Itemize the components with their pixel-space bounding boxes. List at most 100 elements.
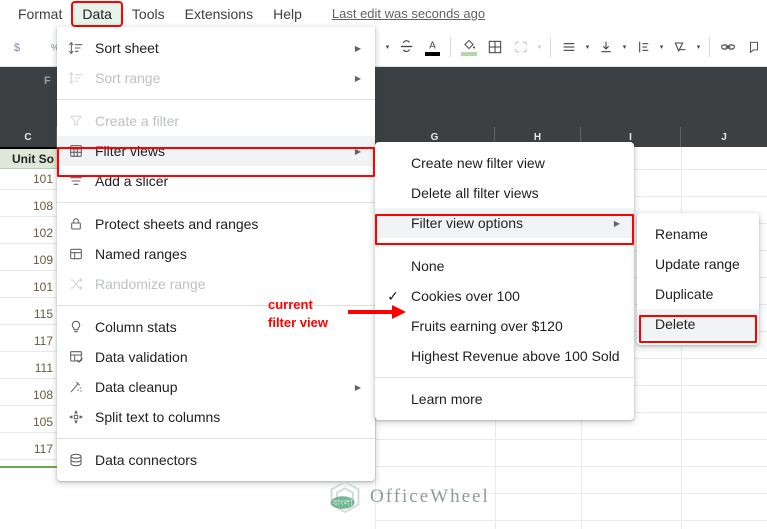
more-formats-caret-icon[interactable]: ▾ [382,43,393,51]
data-menu-item-split-text-to-columns[interactable]: Split text to columns [57,402,375,432]
cell-c6[interactable]: 101 [0,277,57,298]
menu-divider [375,244,634,245]
toolbar-divider [550,36,551,57]
cell-c3[interactable]: 108 [0,196,57,217]
filter-views-item-create-new-filter-view[interactable]: Create new filter view [375,148,634,178]
data-menu-item-sort-sheet[interactable]: Sort sheet ▶ [57,33,375,63]
cell-c5[interactable]: 109 [0,250,57,271]
grid-line-horizontal [375,439,767,440]
filter-views-item-learn-more[interactable]: Learn more [375,384,634,414]
menu-data[interactable]: Data [73,2,121,25]
data-menu-item-named-ranges[interactable]: Named ranges [57,239,375,269]
filter-views-item-fruits-earning-over-120[interactable]: Fruits earning over $120 [375,311,634,341]
last-edit-status[interactable]: Last edit was seconds ago [332,6,485,21]
menu-item-label: Split text to columns [95,409,221,425]
menu-divider [57,202,375,203]
watermark: বাংলা OfficeWheel [326,478,490,516]
cell-c7[interactable]: 115 [0,304,57,325]
randomize-icon [57,276,95,292]
merge-cells-icon[interactable] [508,34,534,60]
cell-c4[interactable]: 102 [0,223,57,244]
slicer-icon [57,173,95,189]
text-color-icon[interactable]: A [419,34,445,60]
data-menu-item-protect-sheets-and-ranges[interactable]: Protect sheets and ranges [57,209,375,239]
grid-line-horizontal [375,466,767,467]
watermark-text: OfficeWheel [370,486,490,507]
menu-format[interactable]: Format [9,3,71,25]
text-rotation-icon[interactable] [667,34,693,60]
toolbar-divider [450,36,451,57]
filter-view-option-rename[interactable]: Rename [637,219,759,249]
borders-icon[interactable] [482,34,508,60]
cell-c-header[interactable]: Unit So [0,147,57,169]
data-menu-item-randomize-range: Randomize range [57,269,375,299]
column-header-j[interactable]: J [681,127,767,147]
chevron-right-icon: ▶ [354,43,361,53]
horizontal-align-caret-icon[interactable]: ▾ [582,43,593,51]
data-menu-item-data-connectors[interactable]: Data connectors [57,445,375,475]
filter-views-item-none[interactable]: None [375,251,634,281]
filter-views-item-filter-view-options[interactable]: Filter view options ▶ [375,208,634,238]
menu-help[interactable]: Help [264,3,311,25]
filter-views-submenu-panel: Create new filter view Delete all filter … [375,142,634,420]
currency-icon[interactable]: $ [4,34,30,60]
fill-color-icon[interactable] [456,34,482,60]
vertical-align-caret-icon[interactable]: ▾ [619,43,630,51]
split-text-icon [57,409,95,425]
text-wrap-icon[interactable] [630,34,656,60]
cell-c9[interactable]: 111 [0,358,57,379]
filter-icon [57,113,95,129]
menu-item-label: Sort range [95,70,161,86]
data-menu-item-sort-range: Sort range ▶ [57,63,375,93]
data-menu-item-create-a-filter: Create a filter [57,106,375,136]
data-menu-item-data-cleanup[interactable]: Data cleanup ▶ [57,372,375,402]
strikethrough-icon[interactable] [393,34,419,60]
filter-view-option-delete[interactable]: Delete [637,309,759,339]
filter-view-option-update-range[interactable]: Update range [637,249,759,279]
filter-view-option-duplicate[interactable]: Duplicate [637,279,759,309]
cell-c12[interactable]: 117 [0,439,57,460]
menu-item-label: Fruits earning over $120 [411,318,563,334]
insert-link-icon[interactable] [715,34,741,60]
menu-item-label: Protect sheets and ranges [95,216,259,232]
svg-text:A: A [429,40,436,51]
data-cleanup-icon [57,379,95,395]
annotation-arrow-icon [348,305,406,319]
filter-views-icon [57,143,95,159]
data-menu-panel: Sort sheet ▶ Sort range ▶ Create a filter Fil… [57,27,375,481]
cell-c8[interactable]: 117 [0,331,57,352]
menu-item-label: Delete all filter views [411,185,539,201]
vertical-align-icon[interactable] [593,34,619,60]
selection-edge [0,466,57,468]
annotation-line-2: filter view [268,315,328,330]
text-wrap-caret-icon[interactable]: ▾ [656,43,667,51]
menu-extensions[interactable]: Extensions [176,3,262,25]
sort-icon [57,70,95,86]
cell-c11[interactable]: 105 [0,412,57,433]
chevron-right-icon: ▶ [354,382,361,392]
toolbar-divider [709,36,710,57]
menu-item-label: Randomize range [95,276,206,292]
menu-item-label: Add a slicer [95,173,169,189]
menu-tools[interactable]: Tools [123,3,174,25]
data-menu-item-filter-views[interactable]: Filter views ▶ [57,136,375,166]
menu-item-label: Named ranges [95,246,187,262]
lock-icon [57,216,95,232]
filter-views-item-delete-all-filter-views[interactable]: Delete all filter views [375,178,634,208]
cell-c2[interactable]: 101 [0,169,57,190]
menu-item-label: Learn more [411,391,483,407]
menu-item-label: Data cleanup [95,379,178,395]
column-header-c[interactable]: C [0,127,57,147]
text-rotation-caret-icon[interactable]: ▾ [693,43,704,51]
insert-comment-icon[interactable] [741,34,767,60]
data-menu-item-data-validation[interactable]: Data validation [57,342,375,372]
merge-options-caret-icon[interactable]: ▾ [534,43,545,51]
filter-views-item-cookies-over-100[interactable]: ✓ Cookies over 100 [375,281,634,311]
horizontal-align-icon[interactable] [556,34,582,60]
filter-views-item-highest-revenue-above-100-sold[interactable]: Highest Revenue above 100 Sold [375,341,634,371]
grid-line-horizontal [375,520,767,521]
data-menu-item-add-a-slicer[interactable]: Add a slicer [57,166,375,196]
chevron-right-icon: ▶ [354,73,361,83]
cell-c10[interactable]: 108 [0,385,57,406]
menu-item-label: Data connectors [95,452,197,468]
